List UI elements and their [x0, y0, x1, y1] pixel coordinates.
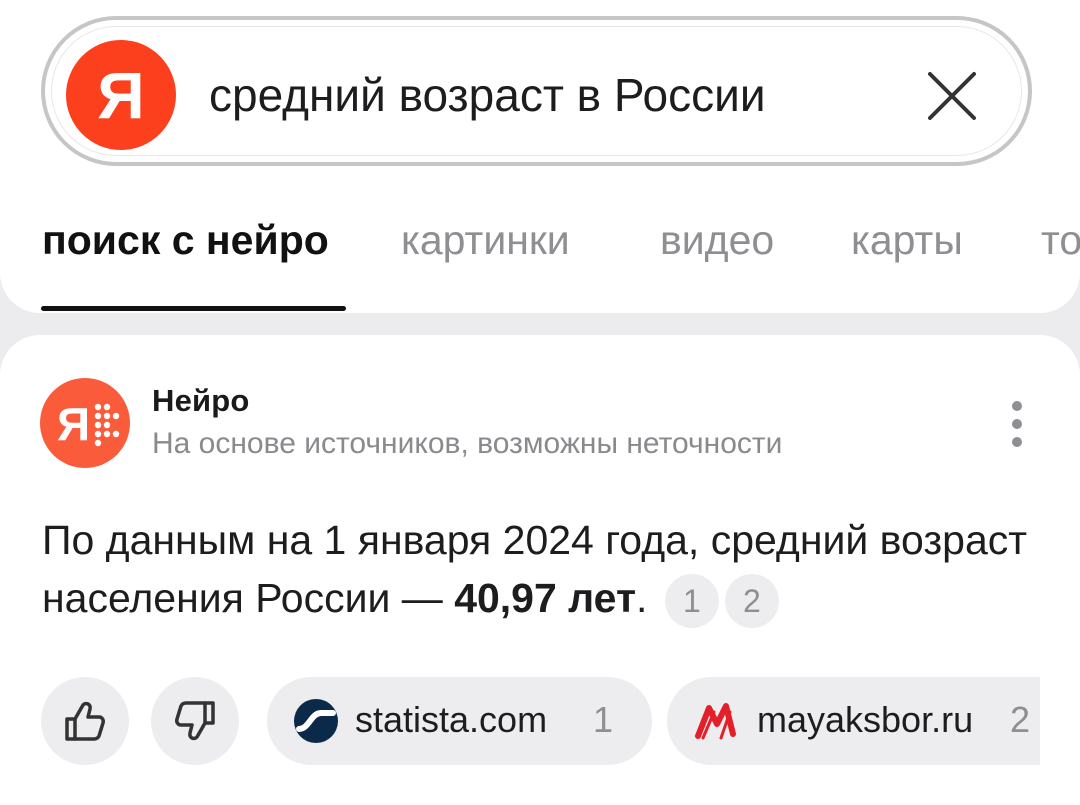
like-button[interactable] — [41, 677, 129, 765]
neuro-disclaimer: На основе источников, возможны неточност… — [152, 427, 783, 460]
source-name: statista.com — [355, 699, 548, 740]
yandex-logo-letter: Я — [97, 58, 145, 132]
source-chip-statista[interactable]: statista.com 1 — [267, 677, 652, 765]
tab-maps[interactable]: карты — [851, 216, 963, 264]
search-bar: Я — [41, 16, 1032, 166]
tab-neuro-search[interactable]: поиск с нейро — [42, 216, 329, 264]
tab-more[interactable]: то — [1041, 216, 1080, 264]
dislike-button[interactable] — [151, 677, 239, 765]
tab-images[interactable]: картинки — [401, 216, 570, 264]
statista-logo-icon — [294, 699, 338, 743]
yandex-logo[interactable]: Я — [66, 40, 176, 150]
neuro-answer-card: Я Нейро На основе источников, возможны н… — [0, 335, 1080, 805]
thumbs-up-icon — [65, 701, 105, 741]
active-tab-indicator — [41, 306, 346, 311]
tab-video[interactable]: видео — [660, 216, 774, 264]
source-number: 2 — [1010, 699, 1031, 740]
source-chip-mayaksbor[interactable]: mayaksbor.ru 2 — [667, 677, 1040, 765]
search-header: Я поиск с нейро картинки видео карты то — [0, 0, 1080, 313]
mayaksbor-logo-icon — [695, 703, 736, 740]
neuro-title: Нейро — [152, 383, 250, 418]
thumbs-down-icon — [175, 701, 215, 741]
reference-1[interactable]: 1 — [664, 574, 719, 629]
search-input[interactable] — [209, 60, 909, 130]
source-number: 1 — [593, 699, 614, 740]
more-vertical-icon[interactable] — [1000, 401, 1034, 447]
svg-text:Я: Я — [57, 398, 90, 450]
close-icon[interactable] — [924, 68, 980, 124]
reference-2[interactable]: 2 — [724, 574, 779, 629]
neuro-logo: Я — [40, 378, 130, 468]
answer-end: . — [636, 575, 648, 621]
answer-highlight: 40,97 лет — [454, 575, 637, 621]
source-name: mayaksbor.ru — [757, 699, 974, 740]
search-tabs: поиск с нейро картинки видео карты то — [0, 200, 1080, 313]
neuro-answer: По данным на 1 января 2024 года, средний… — [42, 511, 1032, 629]
